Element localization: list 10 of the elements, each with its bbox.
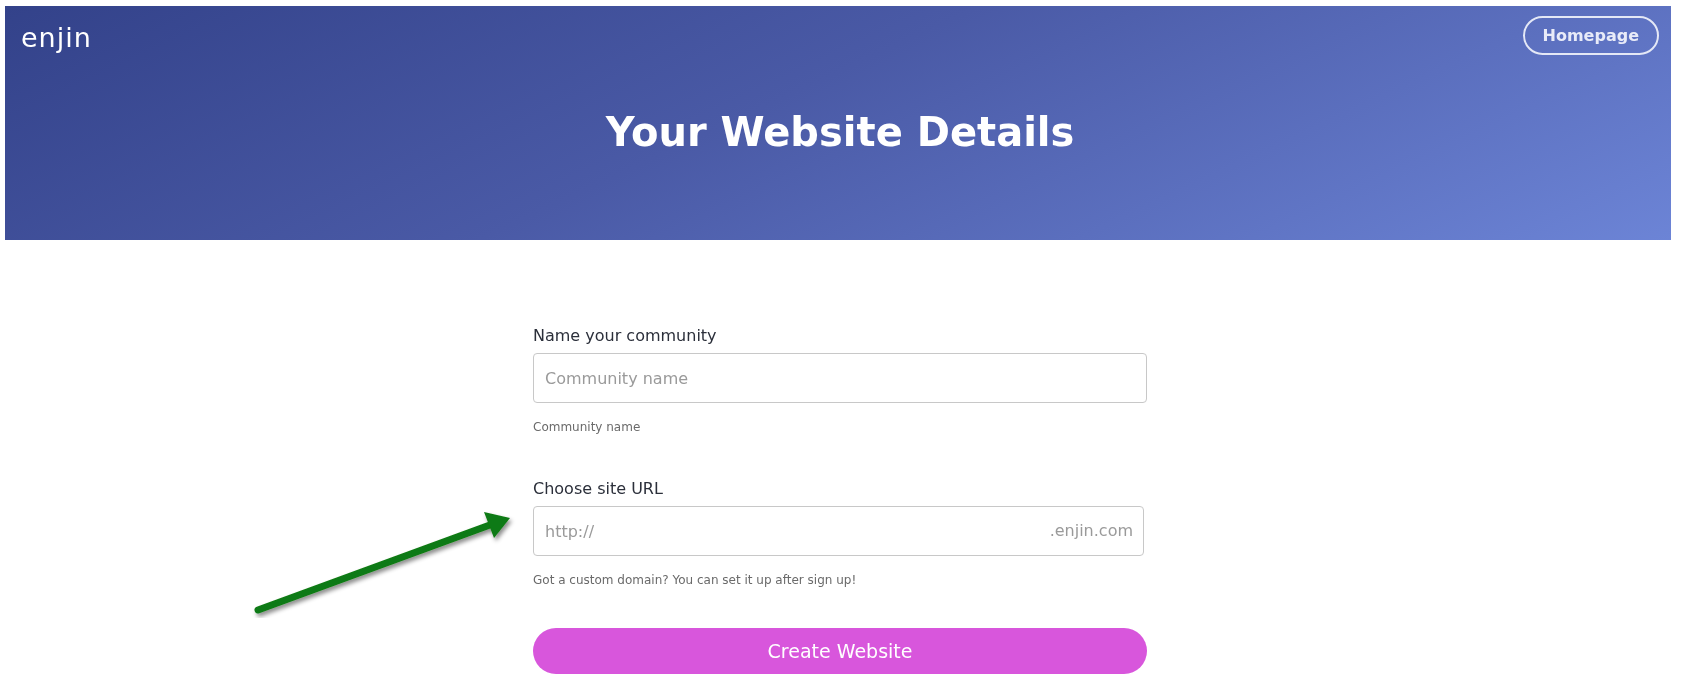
- domain-suffix: .enjin.com: [1049, 521, 1133, 540]
- help-text: Community name: [533, 420, 642, 434]
- community-name-field[interactable]: Community name: [533, 353, 1147, 403]
- help-text: Got a custom domain? You can set it up after sign up!: [533, 573, 858, 587]
- field-label: Choose site URL: [533, 479, 664, 498]
- homepage-button[interactable]: Homepage: [1522, 16, 1659, 55]
- create-website-button[interactable]: Create Website: [533, 628, 1147, 674]
- page-title: Your Website Details: [604, 109, 1076, 155]
- field-label: Name your community: [533, 326, 718, 345]
- logo: enjin: [21, 22, 92, 53]
